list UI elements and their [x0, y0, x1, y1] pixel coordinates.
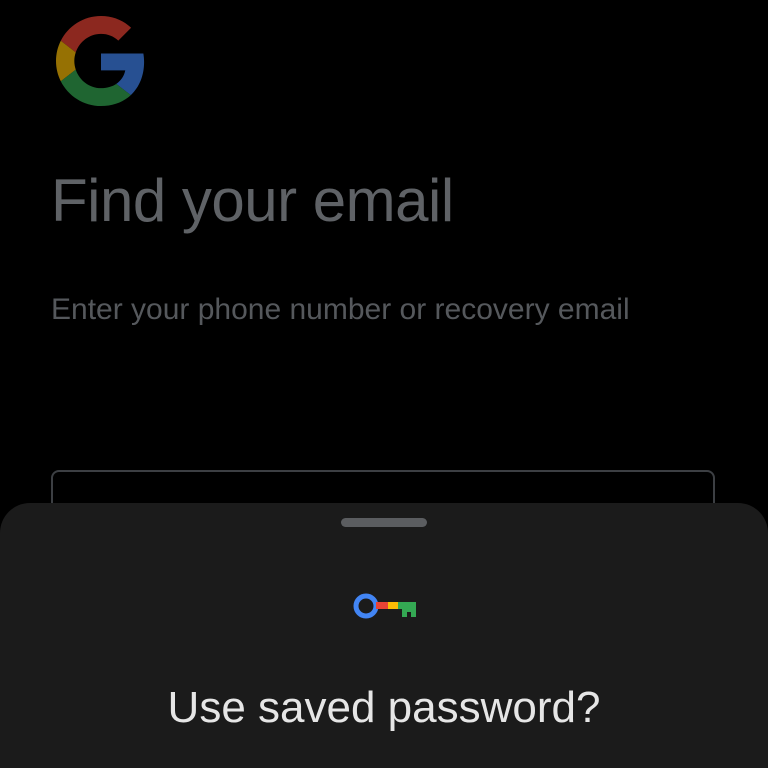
- sheet-title: Use saved password?: [167, 683, 601, 732]
- google-logo-icon: [56, 16, 145, 106]
- password-key-icon: [353, 593, 416, 619]
- drag-handle[interactable]: [341, 518, 427, 527]
- page-subtitle: Enter your phone number or recovery emai…: [51, 293, 630, 326]
- saved-password-sheet: Use saved password?: [0, 503, 768, 768]
- page-title: Find your email: [51, 167, 454, 234]
